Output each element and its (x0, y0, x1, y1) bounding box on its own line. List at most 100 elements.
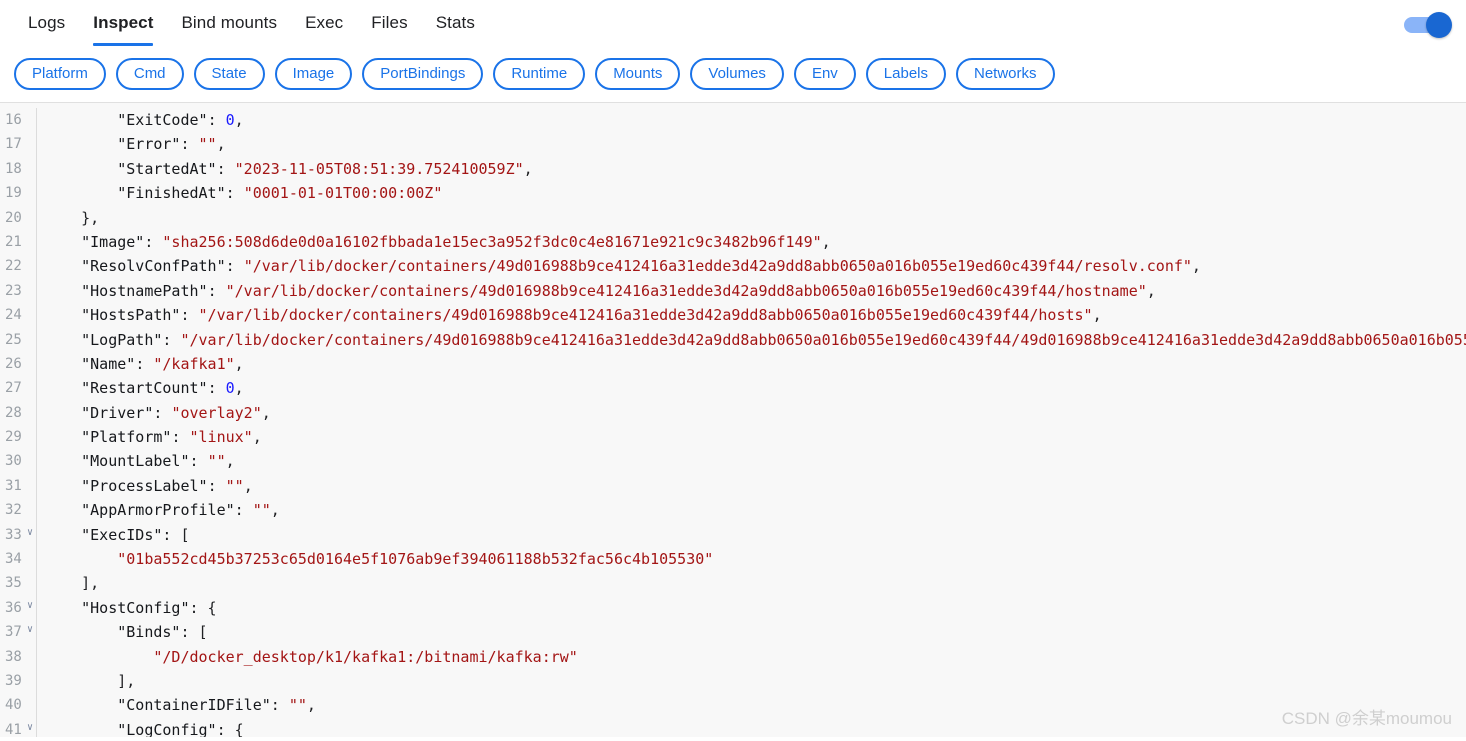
chip-portbindings[interactable]: PortBindings (362, 58, 484, 90)
view-toggle[interactable] (1400, 12, 1452, 38)
code-line: ], (45, 669, 1466, 693)
token-key: "ExecIDs" (81, 525, 163, 544)
chip-image[interactable]: Image (274, 58, 353, 90)
line-number-text: 20 (5, 209, 22, 226)
chevron-down-icon[interactable]: ∨ (27, 527, 33, 538)
token-key: "StartedAt" (117, 159, 217, 178)
chip-env[interactable]: Env (793, 58, 856, 90)
token-punc: , (234, 354, 244, 373)
code-lines[interactable]: "ExitCode": 0, "Error": "", "StartedAt":… (37, 108, 1466, 737)
token-punc: : (153, 403, 172, 422)
chip-mounts[interactable]: Mounts (595, 58, 681, 90)
code-line: "Image": "sha256:508d6de0d0a16102fbbada1… (45, 230, 1466, 254)
line-number: 27 (0, 376, 36, 400)
token-punc: : { (216, 720, 244, 737)
line-number-text: 21 (5, 233, 22, 250)
inspect-section-chips: Platform Cmd State Image PortBindings Runtime… (0, 48, 1466, 102)
token-key: "ResolvConfPath" (81, 257, 226, 276)
tab-bind-mounts[interactable]: Bind mounts (167, 0, 291, 34)
token-punc: , (1191, 257, 1201, 276)
line-number: 25 (0, 328, 36, 352)
token-str: "" (288, 696, 307, 715)
line-number: 24 (0, 303, 36, 327)
line-number: 32 (0, 498, 36, 522)
token-punc: , (225, 452, 235, 471)
chip-labels[interactable]: Labels (865, 58, 946, 90)
token-punc: : (207, 111, 226, 129)
token-key: "LogPath" (81, 330, 163, 349)
token-punc: ], (81, 574, 100, 593)
code-line: "ProcessLabel": "", (45, 474, 1466, 498)
line-number-text: 25 (5, 331, 22, 348)
token-str: "/var/lib/docker/containers/49d016988b9c… (180, 330, 1466, 349)
token-punc: ], (117, 671, 136, 690)
token-key: "ProcessLabel" (81, 476, 208, 495)
token-key: "MountLabel" (81, 452, 190, 471)
tab-label: Exec (305, 13, 344, 32)
line-number-text: 18 (5, 160, 22, 177)
token-punc: , (243, 476, 253, 495)
chevron-down-icon[interactable]: ∨ (27, 625, 33, 635)
line-number: 29 (0, 425, 36, 449)
tab-label: Stats (435, 13, 475, 32)
code-line: "Driver": "overlay2", (45, 401, 1466, 425)
line-number: 21 (0, 230, 36, 254)
token-punc: , (1146, 281, 1156, 300)
line-number: 39 (0, 669, 36, 693)
code-line: "HostConfig": { (45, 596, 1466, 620)
token-punc: , (306, 696, 316, 715)
token-punc: : (162, 330, 181, 349)
tab-label: Logs (28, 13, 66, 32)
line-number-text: 38 (5, 648, 22, 665)
line-number-text: 40 (5, 697, 22, 714)
chevron-down-icon[interactable]: ∨ (27, 722, 33, 733)
token-num: 0 (225, 379, 235, 398)
token-str: "" (198, 135, 217, 154)
token-num: 0 (225, 111, 235, 129)
container-inspect-view: Logs Inspect Bind mounts Exec Files Stats Pla… (0, 0, 1466, 741)
token-key: "HostsPath" (81, 306, 181, 325)
line-number: 26 (0, 352, 36, 376)
token-punc: , (270, 501, 280, 520)
chip-networks[interactable]: Networks (956, 58, 1055, 90)
tab-label: Files (371, 13, 408, 32)
line-number: 18 (0, 157, 36, 181)
chip-runtime[interactable]: Runtime (493, 58, 586, 90)
line-number: 17 (0, 132, 36, 156)
token-str: "2023-11-05T08:51:39.752410059Z" (234, 159, 524, 178)
tab-stats[interactable]: Stats (422, 0, 489, 34)
code-line: "/D/docker_desktop/k1/kafka1:/bitnami/ka… (45, 645, 1466, 669)
token-punc: : (207, 379, 226, 398)
token-str: "" (252, 501, 271, 520)
line-number: 41 ∨ (0, 718, 36, 737)
line-number-text: 34 (5, 551, 22, 568)
token-key: "HostnamePath" (81, 281, 208, 300)
code-line: "HostsPath": "/var/lib/docker/containers… (45, 303, 1466, 327)
line-number: 23 (0, 279, 36, 303)
token-str: "/D/docker_desktop/k1/kafka1:/bitnami/ka… (153, 647, 578, 666)
tab-files[interactable]: Files (357, 0, 421, 34)
code-line: "LogConfig": { (45, 718, 1466, 737)
code-line: "ResolvConfPath": "/var/lib/docker/conta… (45, 254, 1466, 278)
chip-volumes[interactable]: Volumes (690, 58, 784, 90)
chevron-down-icon[interactable]: ∨ (27, 600, 33, 611)
json-code-viewer[interactable]: 16 17 18 19 20 21 22 23 24 25 26 27 28 29 30 31 32 33 ∨ 34 3… (0, 103, 1466, 737)
tab-inspect[interactable]: Inspect (79, 0, 167, 46)
line-number-text: 26 (5, 355, 22, 372)
tab-exec[interactable]: Exec (291, 0, 357, 34)
token-punc: , (261, 403, 271, 422)
token-punc: : (225, 184, 244, 203)
line-number-text: 22 (5, 258, 22, 275)
token-str: "" (225, 476, 244, 495)
line-number: 16 (0, 108, 36, 132)
line-number-text: 19 (5, 185, 22, 202)
chip-platform[interactable]: Platform (14, 58, 106, 90)
chip-state[interactable]: State (193, 58, 265, 90)
tab-logs[interactable]: Logs (14, 0, 79, 34)
line-number: 19 (0, 181, 36, 205)
token-punc: : (189, 452, 208, 471)
chip-cmd[interactable]: Cmd (115, 58, 184, 90)
line-number: 28 (0, 401, 36, 425)
token-punc: , (234, 111, 244, 129)
tab-bar: Logs Inspect Bind mounts Exec Files Stats (0, 0, 1466, 48)
